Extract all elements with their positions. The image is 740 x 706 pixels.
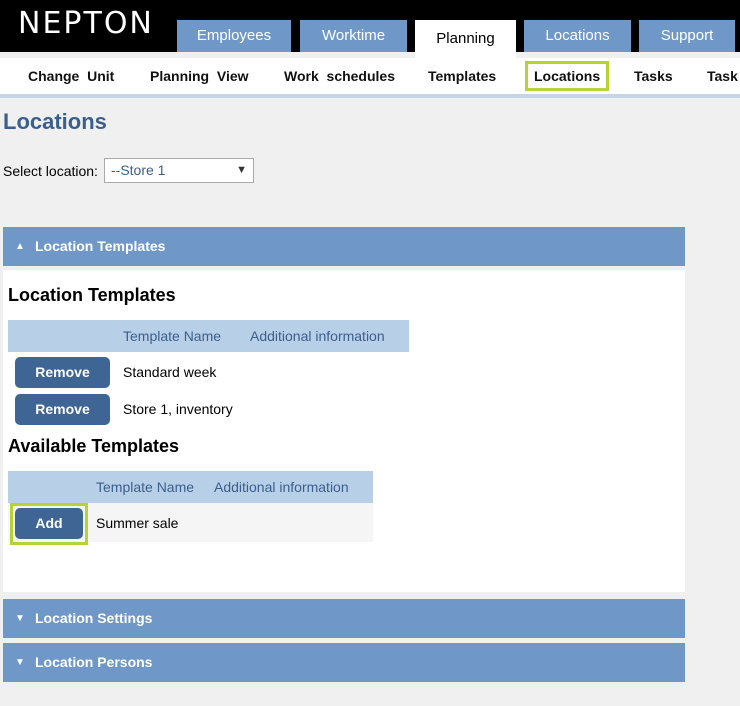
expand-triangle-icon: ▼: [15, 657, 25, 668]
column-template-name: Template Name: [96, 479, 195, 495]
subnav-templates[interactable]: Templates: [428, 58, 496, 94]
nepton-logo[interactable]: NEPTON: [18, 6, 154, 41]
location-templates-panel-body: [3, 270, 685, 592]
column-additional-information: Additional information: [250, 328, 385, 344]
assigned-templates-header-row: Template Name Additional information: [8, 320, 409, 352]
panel-title: Location Persons: [35, 654, 153, 670]
template-name-cell: Store 1, inventory: [123, 401, 233, 417]
expand-triangle-icon: ▼: [15, 613, 25, 624]
panel-title: Location Settings: [35, 610, 153, 626]
assigned-templates-heading: Location Templates: [8, 285, 176, 305]
available-templates-header-row: Template Name Additional information: [8, 471, 373, 503]
column-additional-information: Additional information: [214, 479, 349, 495]
page-title: Locations: [3, 109, 107, 134]
location-select[interactable]: --Store 1 ▼: [104, 158, 254, 183]
template-name-cell: Summer sale: [96, 515, 179, 531]
remove-button[interactable]: Remove: [15, 357, 110, 388]
tab-planning[interactable]: Planning: [415, 20, 516, 58]
tab-support[interactable]: Support: [639, 20, 735, 52]
tab-locations[interactable]: Locations: [524, 20, 631, 52]
chevron-down-icon: ▼: [236, 164, 247, 176]
column-template-name: Template Name: [123, 328, 222, 344]
remove-button[interactable]: Remove: [15, 394, 110, 425]
subnav-tasks[interactable]: Tasks: [634, 58, 673, 94]
add-button[interactable]: Add: [15, 508, 83, 539]
panel-title: Location Templates: [35, 238, 166, 254]
subnav-task[interactable]: Task: [707, 58, 738, 94]
tab-worktime[interactable]: Worktime: [300, 20, 407, 52]
select-location-label: Select location:: [3, 163, 98, 179]
collapse-triangle-icon: ▲: [15, 241, 25, 252]
template-name-cell: Standard week: [123, 364, 217, 380]
sub-navigation-divider: [0, 94, 740, 98]
subnav-change-unit[interactable]: Change Unit: [28, 58, 114, 94]
tab-employees[interactable]: Employees: [177, 20, 291, 52]
location-select-value: --Store 1: [111, 162, 166, 178]
location-settings-panel-header[interactable]: ▼ Location Settings: [3, 599, 685, 638]
subnav-locations[interactable]: Locations: [525, 61, 610, 91]
subnav-work-schedules[interactable]: Work schedules: [284, 58, 395, 94]
available-templates-heading: Available Templates: [8, 436, 180, 456]
location-templates-panel-header[interactable]: ▲ Location Templates: [3, 227, 685, 266]
subnav-planning-view[interactable]: Planning View: [150, 58, 249, 94]
location-persons-panel-header[interactable]: ▼ Location Persons: [3, 643, 685, 682]
